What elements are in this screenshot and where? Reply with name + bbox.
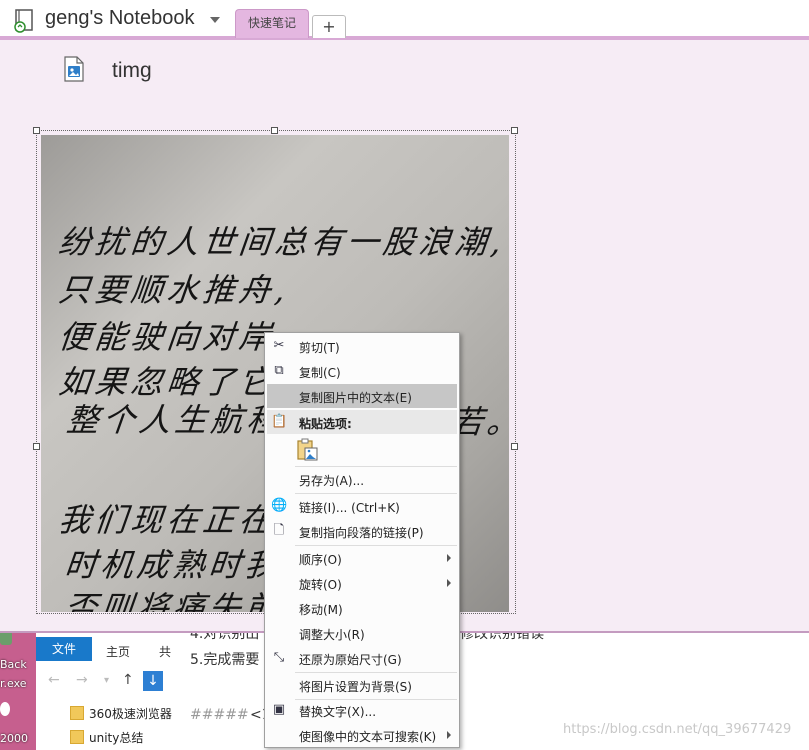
menu-item-label: 使图像中的文本可搜索(K): [299, 730, 437, 744]
ribbon-tab-home[interactable]: 主页: [106, 643, 130, 660]
desktop-label: r.exe: [0, 677, 27, 690]
desktop-label: Back: [0, 658, 27, 671]
link-doc-icon: 🗋: [273, 523, 285, 538]
menu-item-label: 旋转(O): [299, 578, 342, 592]
notebook-icon: [14, 9, 33, 33]
page-title[interactable]: timg: [112, 59, 152, 83]
image-file-icon: [64, 56, 84, 82]
resize-handle[interactable]: [271, 127, 278, 134]
chevron-down-icon[interactable]: [210, 17, 220, 23]
menu-item-label: 移动(M): [299, 603, 343, 617]
menu-item-label: 将图片设置为背景(S): [299, 680, 412, 694]
menu-item-link[interactable]: 🌐 链接(I)... (Ctrl+K): [265, 494, 459, 518]
doc-line: 5.完成需要: [190, 652, 260, 668]
clipboard-icon: 📋: [271, 414, 288, 429]
handwritten-line: 否则将痛失前: [62, 589, 283, 612]
add-section-button[interactable]: +: [312, 15, 346, 38]
link-globe-icon: 🌐: [271, 498, 288, 513]
forward-arrow-icon[interactable]: →: [76, 672, 88, 688]
menu-item-label: 复制图片中的文本(E): [299, 391, 412, 405]
menu-header-paste-options: 📋 粘贴选项:: [267, 410, 457, 434]
handwritten-line: 纷扰的人世间总有一股浪潮,: [56, 223, 507, 261]
desktop-app-icon[interactable]: [0, 631, 12, 645]
desktop-label: 2000: [0, 732, 28, 745]
menu-item-label: 剪切(T): [299, 341, 340, 355]
menu-item-cut[interactable]: ✂ 剪切(T): [265, 334, 459, 358]
submenu-arrow-icon: [447, 579, 451, 587]
menu-item-label: 顺序(O): [299, 553, 342, 567]
download-arrow-icon[interactable]: ↓: [143, 671, 163, 691]
paste-as-picture-icon[interactable]: [296, 438, 318, 462]
folder-item[interactable]: 360极速浏览器: [89, 705, 172, 722]
watermark: https://blog.csdn.net/qq_39677429: [563, 722, 792, 737]
resize-handle[interactable]: [511, 443, 518, 450]
menu-item-restore-size[interactable]: ⤡ 还原为原始尺寸(G): [265, 646, 459, 670]
menu-item-copy-text-from-picture[interactable]: 复制图片中的文本(E): [267, 384, 457, 408]
submenu-arrow-icon: [447, 554, 451, 562]
menu-item-label: 链接(I)... (Ctrl+K): [299, 501, 400, 515]
handwritten-line: 便能驶向对岸;: [56, 318, 292, 356]
back-arrow-icon[interactable]: ←: [48, 672, 60, 688]
menu-item-move[interactable]: 移动(M): [265, 596, 459, 620]
menu-item-label: 复制指向段落的链接(P): [299, 526, 424, 540]
up-arrow-icon[interactable]: ↑: [122, 672, 134, 688]
resize-handle[interactable]: [33, 443, 40, 450]
handwritten-line: 只要顺水推舟,: [56, 271, 291, 309]
copy-icon: ⧉: [274, 363, 284, 378]
menu-item-label: 调整大小(R): [299, 628, 365, 642]
menu-item-make-text-searchable[interactable]: 使图像中的文本可搜索(K): [265, 723, 459, 747]
chevron-down-icon[interactable]: ▾: [104, 675, 109, 686]
alt-text-icon: ▣: [272, 702, 286, 717]
menu-item-copy[interactable]: ⧉ 复制(C): [265, 359, 459, 383]
desktop-shortcut-icon[interactable]: [0, 702, 10, 716]
section-color-bar: [0, 36, 809, 40]
menu-item-order[interactable]: 顺序(O): [265, 546, 459, 570]
scissors-icon: ✂: [273, 338, 285, 353]
menu-item-copy-paragraph-link[interactable]: 🗋 复制指向段落的链接(P): [265, 519, 459, 543]
menu-item-rotate[interactable]: 旋转(O): [265, 571, 459, 595]
menu-item-resize[interactable]: 调整大小(R): [265, 621, 459, 645]
ribbon-tab-file[interactable]: 文件: [36, 637, 92, 661]
submenu-arrow-icon: [447, 731, 451, 739]
restore-size-icon: ⤡: [273, 650, 285, 665]
menu-item-alt-text[interactable]: ▣ 替换文字(X)...: [265, 698, 459, 722]
menu-item-label: 另存为(A)...: [299, 474, 365, 488]
resize-handle[interactable]: [511, 127, 518, 134]
menu-item-save-as[interactable]: 另存为(A)...: [265, 467, 459, 491]
menu-item-label: 复制(C): [299, 366, 341, 380]
doc-heading: #####: [190, 707, 249, 723]
ribbon-tab-share[interactable]: 共: [159, 643, 171, 660]
menu-item-set-as-background[interactable]: 将图片设置为背景(S): [265, 673, 459, 697]
folder-icon: [70, 730, 84, 744]
tab-quick-notes[interactable]: 快速笔记: [235, 9, 309, 38]
notebook-title[interactable]: geng's Notebook: [45, 7, 194, 30]
menu-item-label: 还原为原始尺寸(G): [299, 653, 402, 667]
folder-item[interactable]: unity总结: [89, 729, 143, 746]
folder-icon: [70, 706, 84, 720]
menu-item-label: 替换文字(X)...: [299, 705, 377, 719]
resize-handle[interactable]: [33, 127, 40, 134]
context-menu: ✂ 剪切(T) ⧉ 复制(C) 复制图片中的文本(E) 📋 粘贴选项: 另存为(…: [264, 332, 460, 748]
menu-item-label: 粘贴选项:: [299, 417, 352, 431]
